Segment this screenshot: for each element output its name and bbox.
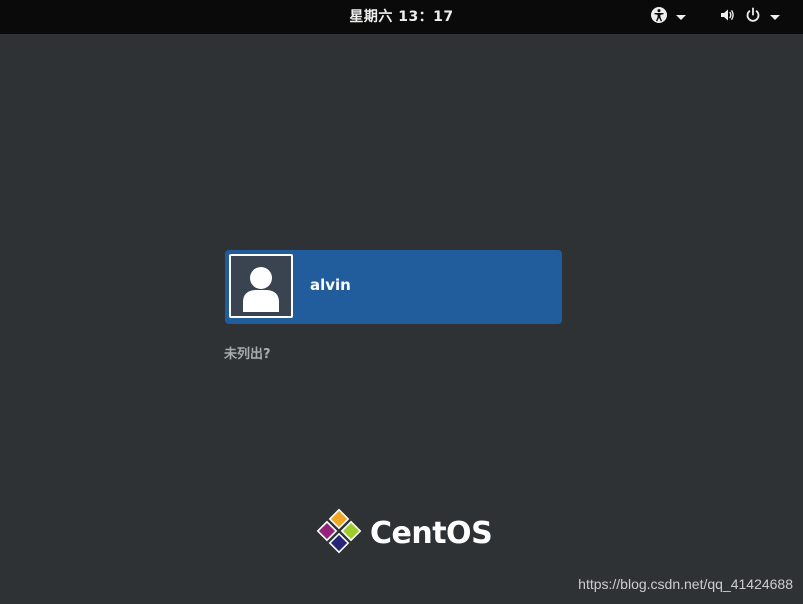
chevron-down-icon <box>676 14 686 20</box>
system-menu[interactable] <box>718 0 780 34</box>
not-listed-link[interactable]: 未列出? <box>224 343 271 362</box>
centos-logo-icon <box>316 508 362 558</box>
login-screen: 星期六 13：17 alvin 未列出? CentOS https://blog… <box>0 0 803 604</box>
top-bar: 星期六 13：17 <box>0 0 803 34</box>
power-icon <box>744 6 762 28</box>
centos-branding: CentOS <box>316 508 493 558</box>
user-list-item-alvin[interactable]: alvin <box>225 250 562 324</box>
volume-icon <box>718 6 736 28</box>
centos-logo-text: CentOS <box>370 515 493 551</box>
watermark-url: https://blog.csdn.net/qq_41424688 <box>578 576 793 592</box>
accessibility-menu[interactable] <box>650 0 686 34</box>
accessibility-icon <box>650 6 668 28</box>
chevron-down-icon <box>770 14 780 20</box>
user-avatar-icon <box>229 254 293 318</box>
username: alvin <box>310 276 351 294</box>
